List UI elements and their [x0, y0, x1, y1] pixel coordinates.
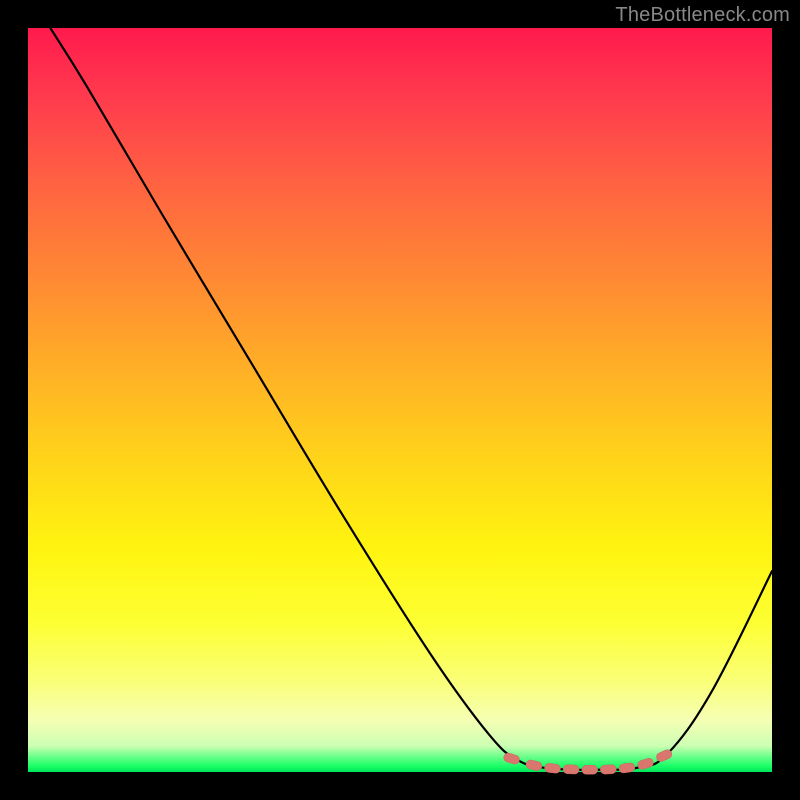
curve-svg — [28, 28, 772, 772]
curve-marker — [582, 765, 598, 774]
curve-marker — [600, 765, 616, 775]
curve-marker — [618, 762, 635, 773]
marker-group — [503, 748, 674, 774]
curve-marker — [503, 752, 521, 765]
curve-marker — [525, 759, 543, 771]
plot-area — [28, 28, 772, 772]
curve-marker — [544, 763, 561, 774]
curve-marker — [563, 765, 579, 775]
chart-container: TheBottleneck.com — [0, 0, 800, 800]
bottleneck-curve — [50, 28, 772, 770]
attribution-label: TheBottleneck.com — [615, 4, 790, 27]
curve-marker — [637, 757, 655, 771]
